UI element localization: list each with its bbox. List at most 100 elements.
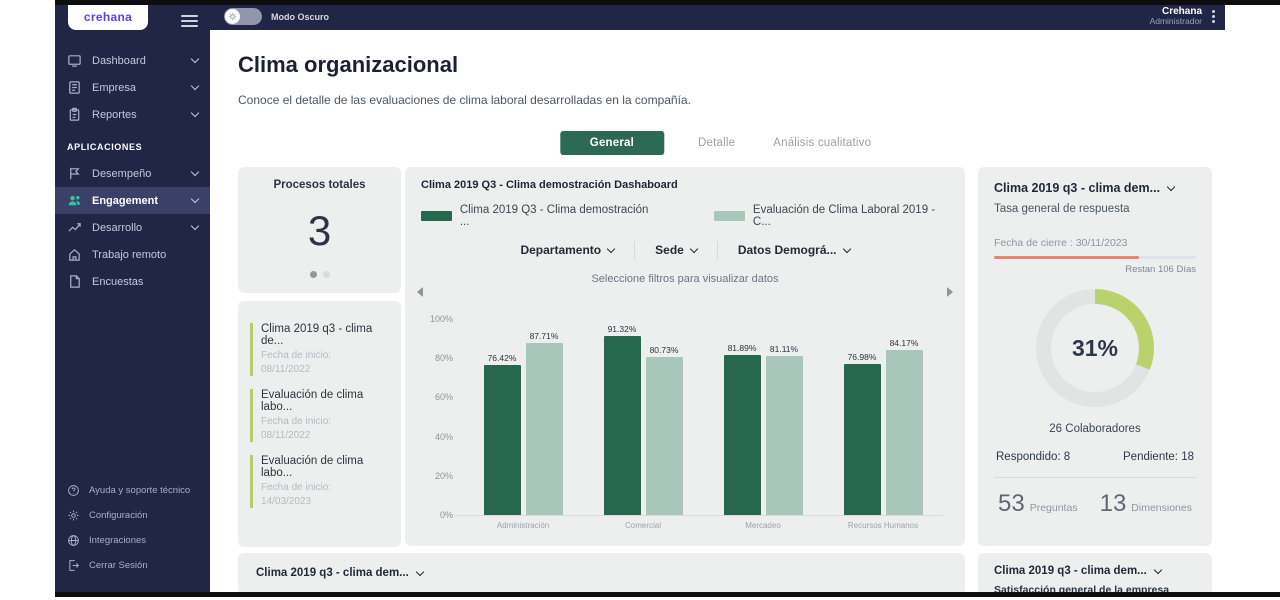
process-selector[interactable]: Clima 2019 q3 - clima dem... bbox=[994, 565, 1196, 577]
pagination-dots bbox=[238, 271, 401, 278]
dimensions-stat: 13 Dimensiones bbox=[1100, 490, 1192, 518]
process-title: Clima 2019 q3 - clima de... bbox=[261, 323, 391, 347]
chevron-down-icon bbox=[191, 222, 199, 230]
response-donut-chart: 31% bbox=[1036, 289, 1154, 407]
responded-pending-row: Respondido: 8 Pendiente: 18 bbox=[994, 451, 1196, 463]
bar-value-label: 76.42% bbox=[488, 353, 517, 363]
sidebar-item-engagement[interactable]: Engagement bbox=[55, 187, 210, 214]
procesos-totales-title: Procesos totales bbox=[238, 179, 401, 191]
bar-group: 91.32% 80.73% Comercial bbox=[604, 319, 683, 531]
bar-group: 76.42%87.71%Administración bbox=[484, 319, 563, 531]
kebab-menu-icon[interactable] bbox=[1212, 15, 1215, 18]
bar-value-label: 80.73% bbox=[650, 345, 679, 355]
process-selector-label: Clima 2019 q3 - clima dem... bbox=[256, 567, 409, 579]
sidebar-item-label: Engagement bbox=[92, 195, 192, 207]
legend-label: Evaluación de Clima Laboral 2019 - C... bbox=[753, 204, 949, 228]
filter-departamento[interactable]: Departamento bbox=[500, 241, 634, 259]
pagination-dot[interactable] bbox=[310, 271, 317, 278]
bar bbox=[766, 356, 803, 515]
category-label: Mercadeo bbox=[726, 521, 800, 531]
category-label: Comercial bbox=[606, 521, 680, 531]
bottom-right-card: Clima 2019 q3 - clima dem... Satisfacció… bbox=[978, 553, 1212, 595]
logo-text: crehana bbox=[84, 10, 132, 24]
main-content: Clima organizacional Conoce el detalle d… bbox=[210, 30, 1225, 592]
tab-detalle[interactable]: Detalle bbox=[694, 131, 739, 155]
sidebar-item-label: Reportes bbox=[92, 109, 192, 121]
sidebar-item-dashboard[interactable]: Dashboard bbox=[55, 47, 210, 74]
procesos-totales-card: Procesos totales 3 bbox=[238, 167, 401, 293]
days-progress-fill bbox=[994, 256, 1139, 259]
filter-label: Datos Demográ... bbox=[738, 243, 837, 257]
carousel-prev-icon[interactable] bbox=[417, 287, 423, 297]
category-label: Recursos Humanos bbox=[846, 521, 920, 531]
pagination-dot[interactable] bbox=[323, 271, 330, 278]
bar bbox=[604, 336, 641, 515]
dark-mode-toggle[interactable] bbox=[224, 8, 262, 25]
sidebar-item-empresa[interactable]: Empresa bbox=[55, 74, 210, 101]
sidebar-item-encuestas[interactable]: Encuestas bbox=[55, 268, 210, 295]
dark-mode-label: Modo Oscuro bbox=[271, 12, 329, 22]
pending-count: Pendiente: 18 bbox=[1123, 451, 1194, 463]
company-icon bbox=[67, 80, 82, 95]
tab-bar: General Detalle Análisis cualitativo bbox=[560, 131, 875, 155]
flag-icon bbox=[67, 166, 82, 181]
reports-icon bbox=[67, 107, 82, 122]
bar-value-label: 91.32% bbox=[608, 324, 637, 334]
process-title: Evaluación de clima labo... bbox=[261, 455, 391, 479]
user-role: Administrador bbox=[1150, 17, 1202, 27]
sidebar-item-label: Desempeño bbox=[92, 168, 192, 180]
donut-percent-label: 31% bbox=[1036, 289, 1154, 407]
filter-label: Departamento bbox=[520, 243, 601, 257]
app-window: crehana Dashboard Empresa bbox=[0, 0, 1280, 600]
y-axis-ticks: 100%80%60%40%20%0% bbox=[421, 313, 453, 521]
list-item[interactable]: Evaluación de clima labo... Fecha de ini… bbox=[250, 455, 391, 508]
collaborators-count: 26 Colaboradores bbox=[994, 423, 1196, 435]
bar bbox=[886, 350, 923, 515]
questions-label: Preguntas bbox=[1030, 502, 1078, 514]
hamburger-menu-icon[interactable] bbox=[181, 12, 198, 30]
filter-datos-demograficos[interactable]: Datos Demográ... bbox=[717, 241, 870, 259]
bar-groups: 76.42%87.71%Administración 91.32% 80.73% Co… bbox=[463, 319, 943, 531]
list-item[interactable]: Evaluación de clima labo... Fecha de ini… bbox=[250, 389, 391, 442]
divider bbox=[994, 477, 1196, 478]
sidebar-item-label: Integraciones bbox=[89, 535, 146, 546]
sidebar-item-desarrollo[interactable]: Desarrollo bbox=[55, 214, 210, 241]
crehana-logo[interactable]: crehana bbox=[68, 3, 148, 30]
chart-filters: Departamento Sede Datos Demográ... bbox=[421, 241, 949, 259]
x-axis-line bbox=[455, 515, 943, 516]
tab-general[interactable]: General bbox=[560, 131, 664, 155]
list-item[interactable]: Clima 2019 q3 - clima de... Fecha de ini… bbox=[250, 323, 391, 376]
chevron-down-icon bbox=[607, 244, 615, 252]
chevron-down-icon bbox=[191, 82, 199, 90]
bar-group: 81.89%81.11%Mercadeo bbox=[724, 319, 803, 531]
process-selector[interactable]: Clima 2019 q3 - clima dem... bbox=[994, 181, 1196, 195]
tab-analisis-cualitativo[interactable]: Análisis cualitativo bbox=[769, 131, 875, 155]
chevron-down-icon bbox=[191, 109, 199, 117]
carousel-next-icon[interactable] bbox=[947, 287, 953, 297]
process-date-label: Fecha de inicio: bbox=[261, 349, 391, 363]
sidebar-item-ayuda[interactable]: Ayuda y soporte técnico bbox=[55, 478, 210, 503]
chart-area: 76.42%87.71%Administración 91.32% 80.73% Co… bbox=[463, 319, 943, 531]
days-progress-bar bbox=[994, 256, 1196, 259]
process-selector-label: Clima 2019 q3 - clima dem... bbox=[994, 181, 1160, 195]
window-top-border bbox=[55, 0, 1280, 5]
sidebar-item-integraciones[interactable]: Integraciones bbox=[55, 528, 210, 553]
chart-title: Clima 2019 Q3 - Clima demostración Dasha… bbox=[421, 179, 949, 191]
globe-icon bbox=[67, 534, 80, 547]
process-title: Evaluación de clima labo... bbox=[261, 389, 391, 413]
sidebar-item-configuracion[interactable]: Configuración bbox=[55, 503, 210, 528]
chevron-down-icon bbox=[1154, 565, 1162, 573]
sidebar-item-reportes[interactable]: Reportes bbox=[55, 101, 210, 128]
sidebar-item-label: Cerrar Sesión bbox=[89, 560, 148, 571]
bar bbox=[724, 355, 761, 516]
process-date: 08/11/2022 bbox=[261, 429, 391, 443]
filter-sede[interactable]: Sede bbox=[634, 241, 717, 259]
response-rate-subtitle: Tasa general de respuesta bbox=[994, 203, 1196, 215]
days-remaining: Restan 106 Días bbox=[994, 264, 1196, 275]
sidebar-item-desempeno[interactable]: Desempeño bbox=[55, 160, 210, 187]
legend-label: Clima 2019 Q3 - Clima demostración ... bbox=[460, 204, 654, 228]
process-selector[interactable]: Clima 2019 q3 - clima dem... bbox=[256, 567, 947, 579]
sidebar-item-label: Desarrollo bbox=[92, 222, 192, 234]
sidebar-item-trabajo-remoto[interactable]: Trabajo remoto bbox=[55, 241, 210, 268]
sidebar-item-cerrar-sesion[interactable]: Cerrar Sesión bbox=[55, 553, 210, 578]
